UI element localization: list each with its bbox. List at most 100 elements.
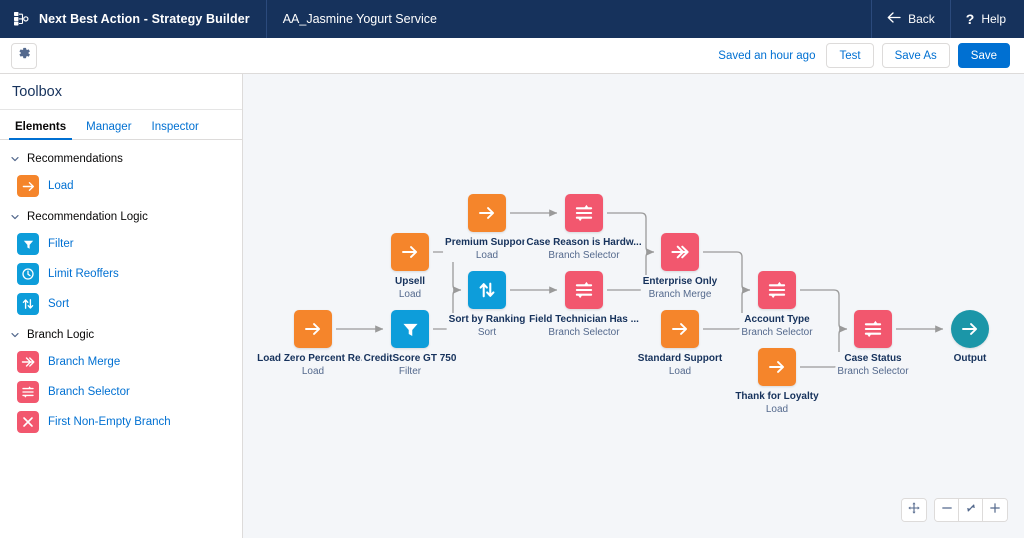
zoom-out-button[interactable] [935, 499, 959, 521]
node-label: CreditScore GT 750 Filter [361, 352, 459, 378]
toolbox-group-recommendation-logic: Recommendation Logic Filter Limit Reoffe… [0, 208, 242, 316]
chevron-down-icon [10, 212, 20, 222]
canvas-node-case-status[interactable]: Case Status Branch Selector [835, 310, 911, 378]
clock-icon [17, 263, 39, 285]
node-label: Upsell Load [392, 275, 428, 301]
toolbox-group-recommendations: Recommendations Load [0, 150, 242, 198]
help-button[interactable]: ? Help [949, 0, 1024, 38]
node-label: Account Type Branch Selector [739, 313, 815, 339]
action-toolbar: Saved an hour ago Test Save As Save [0, 38, 1024, 74]
node-label: Premium Support Load [443, 236, 531, 262]
saved-status: Saved an hour ago [718, 49, 816, 62]
toolbox-title: Toolbox [0, 74, 242, 110]
connector-layer [336, 209, 944, 368]
group-header-recommendation-logic[interactable]: Recommendation Logic [0, 208, 242, 226]
x-icon [17, 411, 39, 433]
group-header-recommendations[interactable]: Recommendations [0, 150, 242, 168]
global-header: Next Best Action - Strategy Builder AA_J… [0, 0, 1024, 38]
test-button[interactable]: Test [826, 43, 874, 68]
tab-elements[interactable]: Elements [5, 121, 76, 140]
toolbox-item-sort[interactable]: Sort [0, 292, 242, 316]
node-icon-arrow-right-icon [468, 194, 506, 232]
strategy-name: AA_Jasmine Yogurt Service [267, 0, 453, 38]
tab-manager[interactable]: Manager [76, 121, 141, 139]
fit-to-screen-button[interactable] [959, 499, 983, 521]
node-icon-arrow-right-icon [391, 233, 429, 271]
canvas-node-sort-by-ranking[interactable]: Sort by Ranking Sort [446, 271, 528, 339]
toolbox-item-label: Branch Selector [48, 386, 130, 398]
canvas-node-thank-for-loyalty[interactable]: Thank for Loyalty Load [733, 348, 821, 416]
canvas-node-creditscore-gt-750[interactable]: CreditScore GT 750 Filter [361, 310, 459, 378]
canvas-node-output[interactable]: Output [951, 310, 989, 365]
node-icon-sliders-icon [565, 271, 603, 309]
chevron-down-icon [10, 330, 20, 340]
header-spacer [453, 0, 871, 38]
toolbox-item-limit-reoffers[interactable]: Limit Reoffers [0, 262, 242, 286]
canvas-node-field-technician-has[interactable]: Field Technician Has ... Branch Selector [527, 271, 641, 339]
canvas-node-upsell[interactable]: Upsell Load [391, 233, 429, 301]
canvas-node-enterprise-only[interactable]: Enterprise Only Branch Merge [640, 233, 720, 301]
node-icon-arrow-right-icon [661, 310, 699, 348]
strategy-canvas[interactable]: Load Zero Percent Re... Load CreditScore… [243, 74, 1024, 538]
toolbox-item-label: Branch Merge [48, 356, 121, 368]
node-label: Case Status Branch Selector [835, 352, 911, 378]
toolbox-item-label: Limit Reoffers [48, 268, 119, 280]
pan-button[interactable] [902, 499, 926, 521]
question-mark-icon: ? [965, 11, 975, 27]
canvas-node-account-type[interactable]: Account Type Branch Selector [739, 271, 815, 339]
node-label: Thank for Loyalty Load [733, 390, 821, 416]
group-label: Recommendations [27, 153, 123, 165]
node-label: Case Reason is Hardw... Branch Selector [524, 236, 644, 262]
toolbox-panel: Toolbox Elements Manager Inspector Recom… [0, 74, 243, 538]
strategy-builder-icon [14, 12, 29, 26]
canvas-zoom-controls [901, 498, 1008, 522]
toolbox-item-branch-selector[interactable]: Branch Selector [0, 380, 242, 404]
canvas-node-load-zero-percent[interactable]: Load Zero Percent Re... Load [255, 310, 371, 378]
app-title: Next Best Action - Strategy Builder [39, 12, 250, 26]
save-as-button[interactable]: Save As [881, 43, 950, 68]
sliders-icon [17, 381, 39, 403]
minus-icon [941, 501, 953, 519]
strategy-name-text: AA_Jasmine Yogurt Service [282, 12, 437, 26]
toolbox-item-label: Sort [48, 298, 70, 310]
group-label: Recommendation Logic [27, 211, 148, 223]
toolbox-item-filter[interactable]: Filter [0, 232, 242, 256]
node-icon-funnel-icon [391, 310, 429, 348]
node-icon-sliders-icon [758, 271, 796, 309]
back-label: Back [908, 12, 935, 26]
zoom-in-button[interactable] [983, 499, 1007, 521]
group-header-branch-logic[interactable]: Branch Logic [0, 326, 242, 344]
toolbox-item-label: First Non-Empty Branch [48, 416, 171, 428]
app-brand: Next Best Action - Strategy Builder [0, 0, 267, 38]
chevron-down-icon [10, 154, 20, 164]
canvas-node-standard-support[interactable]: Standard Support Load [635, 310, 725, 378]
node-label: Load Zero Percent Re... Load [255, 352, 371, 378]
zoom-control-group [934, 498, 1008, 522]
tab-inspector[interactable]: Inspector [142, 121, 209, 139]
node-label: Standard Support Load [635, 352, 725, 378]
sort-arrows-icon [17, 293, 39, 315]
move-pan-icon [908, 501, 920, 519]
toolbox-item-load[interactable]: Load [0, 174, 242, 198]
save-button[interactable]: Save [957, 43, 1010, 68]
node-icon-arrow-right-icon [294, 310, 332, 348]
funnel-icon [17, 233, 39, 255]
back-button[interactable]: Back [871, 0, 950, 38]
fit-to-screen-icon [965, 501, 977, 519]
node-icon-sliders-icon [854, 310, 892, 348]
help-label: Help [981, 12, 1006, 26]
toolbox-item-branch-merge[interactable]: Branch Merge [0, 350, 242, 374]
toolbox-item-first-non-empty-branch[interactable]: First Non-Empty Branch [0, 410, 242, 434]
group-label: Branch Logic [27, 329, 95, 341]
gear-icon [17, 46, 31, 65]
toolbox-tabs: Elements Manager Inspector [0, 110, 242, 140]
settings-button[interactable] [11, 42, 37, 69]
canvas-node-case-reason-hardware[interactable]: Case Reason is Hardw... Branch Selector [524, 194, 644, 262]
canvas-node-premium-support[interactable]: Premium Support Load [443, 194, 531, 262]
arrow-right-icon [17, 175, 39, 197]
node-icon-double-chevron-right-icon [661, 233, 699, 271]
node-icon-arrow-right-icon [758, 348, 796, 386]
node-icon-arrow-right-icon [951, 310, 989, 348]
node-label: Field Technician Has ... Branch Selector [527, 313, 641, 339]
plus-icon [989, 501, 1001, 519]
